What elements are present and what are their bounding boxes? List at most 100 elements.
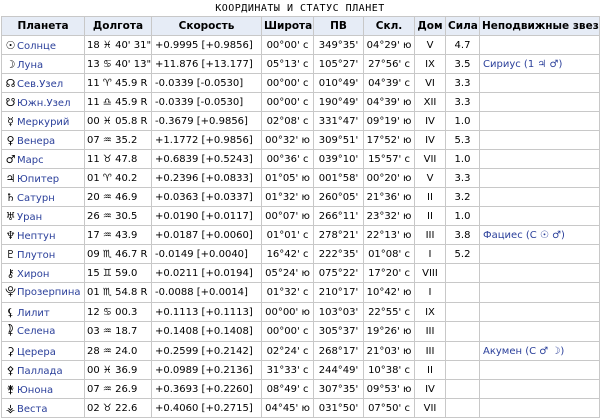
planet-name[interactable]: Юнона bbox=[17, 385, 53, 396]
retrograde-flag: R bbox=[140, 115, 148, 127]
house-cell: II bbox=[414, 206, 446, 226]
longitude-minutes: 54.8 bbox=[115, 287, 138, 298]
ra-cell: 309°51' bbox=[313, 130, 364, 150]
ra-cell: 001°58' bbox=[313, 168, 364, 188]
house-cell: IX bbox=[414, 302, 446, 322]
house-cell: I bbox=[414, 244, 446, 264]
speed-cell: -0.0339 [-0.0530] bbox=[151, 92, 262, 112]
planet-name[interactable]: Меркурий bbox=[17, 117, 69, 128]
planet-name[interactable]: Плутон bbox=[17, 250, 55, 261]
house-cell: IV bbox=[414, 111, 446, 131]
zodiac-sign-icon: ♓ bbox=[102, 115, 112, 127]
planet-name-cell[interactable]: ♇ Плутон bbox=[1, 244, 85, 264]
planet-name[interactable]: Церера bbox=[17, 347, 56, 358]
house-cell: VIII bbox=[414, 263, 446, 283]
ra-cell: 278°21' bbox=[313, 225, 364, 245]
table-row: ⚷ Хирон 15 ♊ 59.0 +0.0211 [+0.0194] 05°24' … bbox=[1, 263, 600, 283]
fixed-star-cell bbox=[479, 111, 600, 131]
planet-name-cell[interactable]: ⚵ Юнона bbox=[1, 379, 85, 399]
longitude-degrees: 28 bbox=[87, 345, 100, 357]
planet-name[interactable]: Лилит bbox=[17, 308, 50, 319]
strength-cell: 5.2 bbox=[445, 244, 480, 264]
ra-cell: 266°11' bbox=[313, 206, 364, 226]
planet-name-cell[interactable]: ⚷ Хирон bbox=[1, 263, 85, 283]
ra-cell: 349°35' bbox=[313, 35, 364, 55]
planet-name-cell[interactable]: ☋ Южн.Узел bbox=[1, 92, 85, 112]
ra-cell: 103°03' bbox=[313, 302, 364, 322]
planet-name[interactable]: Луна bbox=[17, 60, 43, 71]
planet-name-cell[interactable]: ⚴ Паллада bbox=[1, 360, 85, 380]
planet-name[interactable]: Венера bbox=[17, 136, 55, 147]
planet-name-cell[interactable]: ♀ Венера bbox=[1, 130, 85, 150]
latitude-cell: 02°08' с bbox=[261, 111, 314, 131]
planet-name[interactable]: Южн.Узел bbox=[17, 98, 70, 109]
longitude-minutes: 05.8 bbox=[115, 115, 138, 127]
planet-name[interactable]: Уран bbox=[17, 212, 42, 223]
planet-name-cell[interactable]: ☉ Солнце bbox=[1, 35, 85, 55]
ra-cell: 075°22' bbox=[313, 263, 364, 283]
longitude-minutes: 46.7 bbox=[115, 248, 138, 260]
planet-name[interactable]: Юпитер bbox=[17, 174, 59, 185]
planet-name[interactable]: Нептун bbox=[17, 231, 56, 242]
planet-name-cell[interactable]: ♃ Юпитер bbox=[1, 168, 85, 188]
planet-name-cell[interactable]: ♂ Марс bbox=[1, 149, 85, 169]
longitude-cell: 11 ♈ 45.9 R bbox=[84, 73, 152, 93]
planet-name-cell[interactable]: ⚸ Лилит bbox=[1, 302, 85, 322]
longitude-minutes: 40.2 bbox=[115, 172, 138, 184]
declination-cell: 15°57' с bbox=[363, 149, 415, 169]
fixed-star-cell[interactable]: Фациес (С ☉ ♂) bbox=[479, 225, 600, 245]
declination-cell: 07°50' с bbox=[363, 398, 415, 418]
header-longitude: Долгота bbox=[84, 16, 152, 36]
fixed-star-cell[interactable]: Сириус (1 ♃ ♂) bbox=[479, 54, 600, 74]
table-title: КООРДИНАТЫ И СТАТУС ПЛАНЕТ bbox=[215, 3, 385, 14]
planet-name-cell[interactable]: ♄ Сатурн bbox=[1, 187, 85, 207]
zodiac-sign-icon: ♉ bbox=[102, 402, 112, 414]
declination-cell: 10°38' с bbox=[363, 360, 415, 380]
planet-name[interactable]: Паллада bbox=[17, 366, 63, 377]
planet-name[interactable]: Хирон bbox=[17, 269, 49, 280]
longitude-degrees: 11 bbox=[87, 153, 100, 165]
table-row: ⚸ Лилит 12 ♋ 00.3 +0.1113 [+0.1113] 00°00' … bbox=[1, 302, 600, 322]
planet-name-cell[interactable]: ♅ Уран bbox=[1, 206, 85, 226]
latitude-cell: 00°07' ю bbox=[261, 206, 314, 226]
planet-name-cell[interactable]: ☿ Меркурий bbox=[1, 111, 85, 131]
table-row: ☋ Южн.Узел 11 ♎ 45.9 R -0.0339 [-0.0530] 00°… bbox=[1, 92, 600, 112]
table-row: ♅ Уран 26 ♒ 30.5 +0.0190 [+0.0117] 00°07' ю… bbox=[1, 206, 600, 226]
longitude-minutes: 59.0 bbox=[115, 267, 138, 279]
longitude-cell: 03 ♒ 18.7 bbox=[84, 321, 152, 342]
zodiac-sign-icon: ♒ bbox=[102, 134, 112, 146]
planet-name[interactable]: Солнце bbox=[17, 41, 56, 52]
strength-cell bbox=[445, 321, 480, 342]
speed-cell: -0.0149 [+0.0040] bbox=[151, 244, 262, 264]
latitude-cell: 00°00' с bbox=[261, 73, 314, 93]
planet-glyph-icon: ⚵ bbox=[6, 382, 15, 396]
speed-cell: +0.0363 [+0.0337] bbox=[151, 187, 262, 207]
planet-name-cell[interactable]: ⯓Прозерпина bbox=[1, 282, 85, 303]
house-cell: IV bbox=[414, 130, 446, 150]
strength-cell bbox=[445, 341, 480, 361]
fixed-star-cell[interactable]: Акумен (С ♂ ☽) bbox=[479, 341, 600, 361]
planet-name[interactable]: Веста bbox=[17, 404, 47, 415]
house-cell: III bbox=[414, 341, 446, 361]
planet-name-cell[interactable]: ♆ Нептун bbox=[1, 225, 85, 245]
planet-name-cell[interactable]: ⯝ Селена bbox=[1, 321, 85, 342]
planet-name-cell[interactable]: ⚶ Веста bbox=[1, 398, 85, 418]
planet-name[interactable]: Сев.Узел bbox=[17, 79, 63, 90]
planet-name-cell[interactable]: ☽ Луна bbox=[1, 54, 85, 74]
strength-cell: 3.8 bbox=[445, 225, 480, 245]
house-cell: III bbox=[414, 225, 446, 245]
planet-name-cell[interactable]: ☊ Сев.Узел bbox=[1, 73, 85, 93]
planet-glyph-icon: ⚶ bbox=[5, 401, 16, 415]
strength-cell: 4.7 bbox=[445, 35, 480, 55]
planet-name[interactable]: Селена bbox=[17, 326, 55, 337]
planet-name[interactable]: Прозерпина bbox=[17, 287, 81, 298]
planet-name-cell[interactable]: ⚳ Церера bbox=[1, 341, 85, 361]
planet-name[interactable]: Марс bbox=[17, 155, 44, 166]
strength-cell bbox=[445, 263, 480, 283]
planet-name[interactable]: Сатурн bbox=[17, 193, 55, 204]
longitude-cell: 01 ♏ 54.8 R bbox=[84, 282, 152, 303]
declination-cell: 27°56' с bbox=[363, 54, 415, 74]
house-cell: V bbox=[414, 168, 446, 188]
latitude-cell: 00°32' ю bbox=[261, 130, 314, 150]
speed-cell: +0.0190 [+0.0117] bbox=[151, 206, 262, 226]
